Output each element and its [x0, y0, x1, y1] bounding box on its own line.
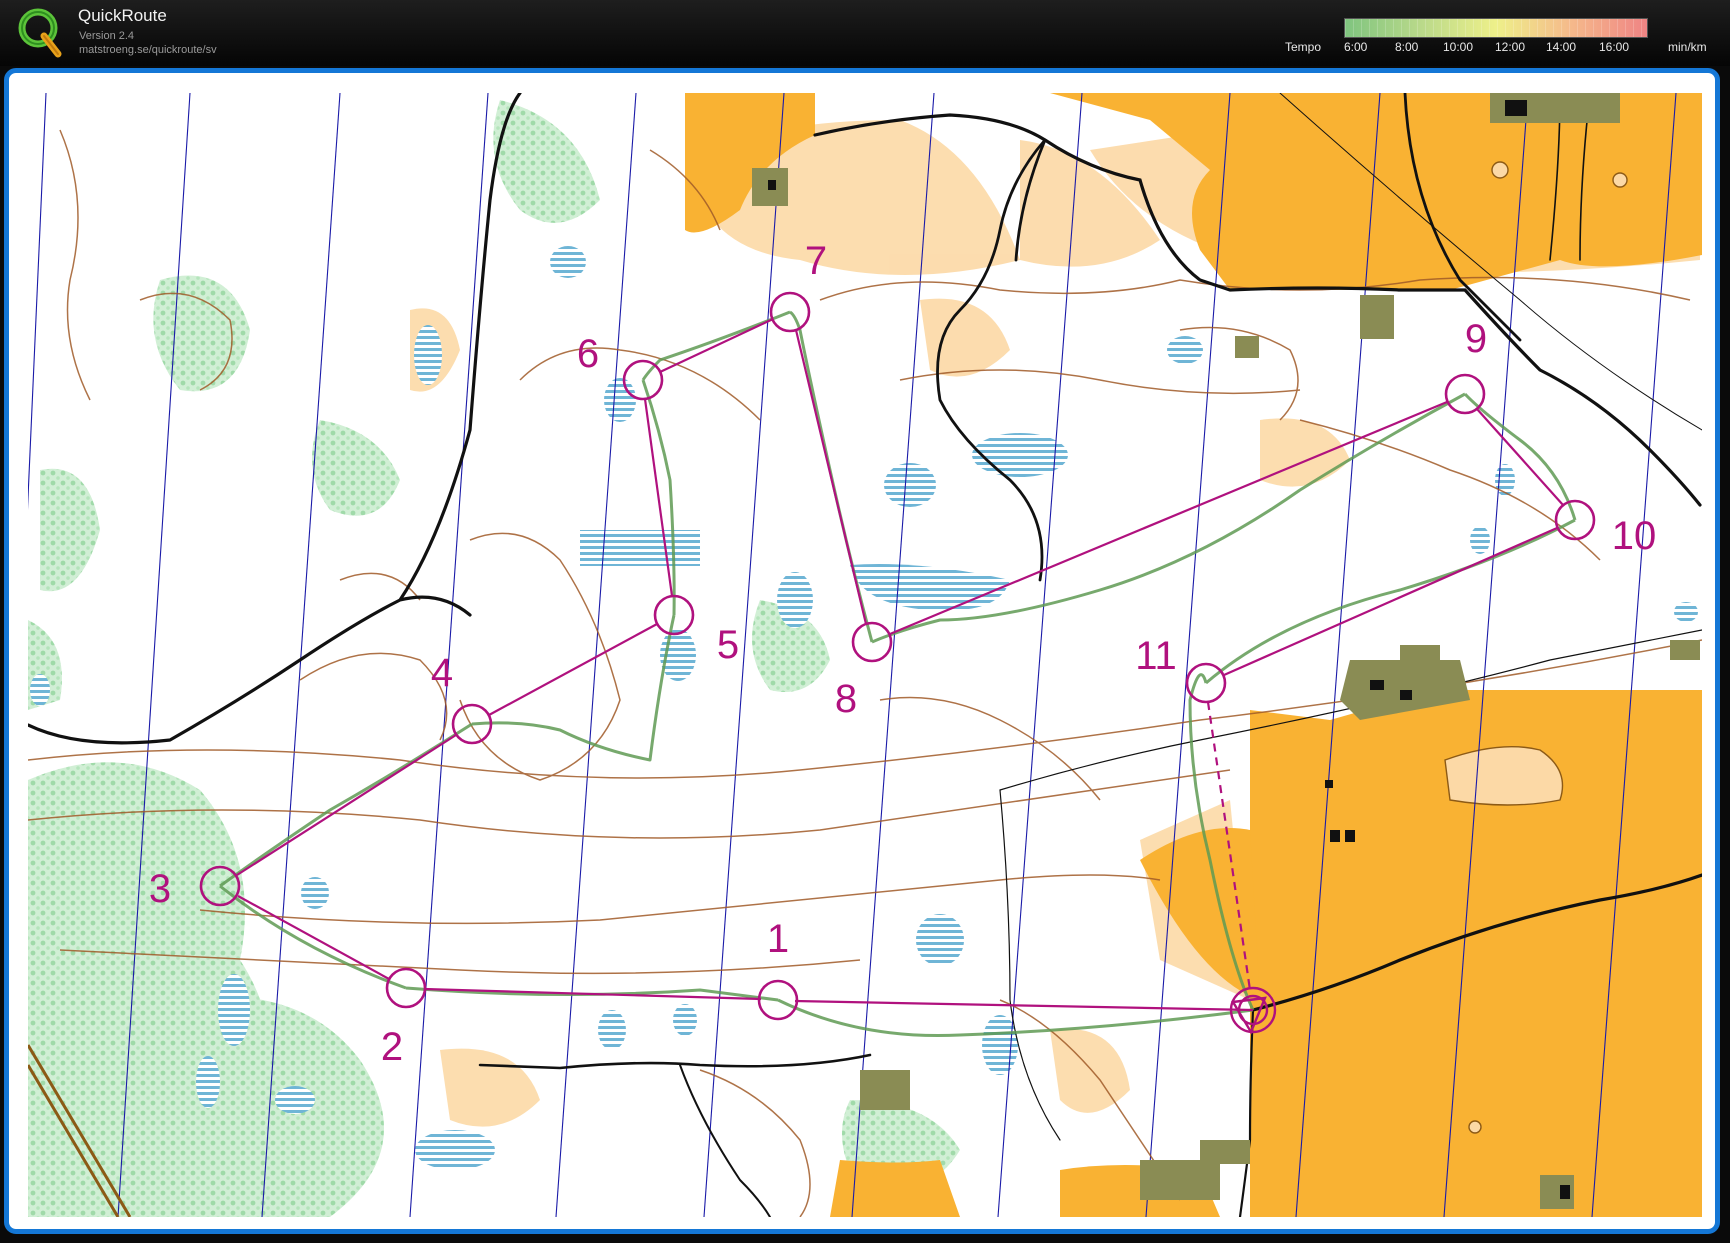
control-number: 4 — [431, 651, 453, 695]
control-number: 7 — [805, 239, 827, 283]
control-number: 1 — [767, 917, 789, 961]
control-number: 10 — [1612, 514, 1657, 558]
control-number: 11 — [1135, 634, 1177, 678]
control-number: 3 — [149, 867, 171, 911]
tempo-label: Tempo — [1285, 40, 1322, 54]
tempo-tick: 14:00 — [1546, 40, 1577, 54]
control-number: 8 — [835, 677, 857, 721]
app-version: Version 2.4 — [79, 30, 135, 42]
control-number: 5 — [717, 623, 739, 667]
quickroute-logo-icon — [18, 8, 62, 58]
control-number: 2 — [381, 1025, 403, 1069]
control-number: 6 — [577, 332, 599, 376]
tempo-color-scale — [1344, 18, 1648, 38]
tempo-tick: 8:00 — [1395, 40, 1419, 54]
app-header: QuickRoute Version 2.4 matstroeng.se/qui… — [0, 0, 1730, 66]
orienteering-map[interactable]: 1 2 3 4 5 6 7 8 9 10 11 — [28, 93, 1702, 1217]
tempo-tick: 6:00 — [1344, 40, 1368, 54]
app-title: QuickRoute — [78, 6, 167, 25]
tempo-tick: 16:00 — [1599, 40, 1630, 54]
tempo-unit: min/km — [1668, 40, 1707, 54]
tempo-tick: 10:00 — [1443, 40, 1474, 54]
app-url: matstroeng.se/quickroute/sv — [79, 44, 217, 56]
control-number: 9 — [1465, 317, 1487, 361]
tempo-tick: 12:00 — [1495, 40, 1526, 54]
